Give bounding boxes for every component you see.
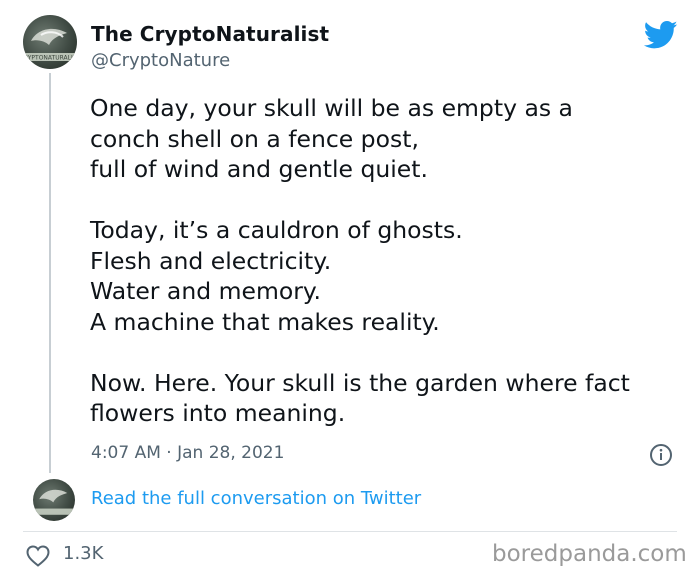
twitter-bird-icon[interactable] [644, 20, 678, 50]
like-count[interactable]: 1.3K [63, 543, 103, 564]
author-display-name[interactable]: The CryptoNaturalist [91, 22, 329, 46]
divider [23, 531, 677, 532]
heart-icon[interactable] [26, 545, 50, 567]
avatar-logo-text: CRYPTONATURALIST [23, 55, 77, 62]
tweet-text: One day, your skull will be as empty as … [90, 93, 690, 459]
watermark: boredpanda.com [492, 541, 687, 567]
conversation-avatar [33, 479, 75, 521]
tweet-paragraph: Today, it’s a cauldron of ghosts. Flesh … [90, 216, 463, 336]
info-icon[interactable] [649, 443, 673, 467]
thread-connector-line [49, 73, 51, 473]
tweet-timestamp[interactable]: 4:07 AM · Jan 28, 2021 [91, 443, 284, 463]
tweet-paragraph: One day, your skull will be as empty as … [90, 94, 573, 183]
read-full-conversation-link[interactable]: Read the full conversation on Twitter [91, 488, 421, 509]
author-handle[interactable]: @CryptoNature [91, 50, 230, 71]
tweet-paragraph: Now. Here. Your skull is the garden wher… [90, 368, 630, 428]
author-avatar[interactable]: CRYPTONATURALIST [23, 15, 77, 69]
